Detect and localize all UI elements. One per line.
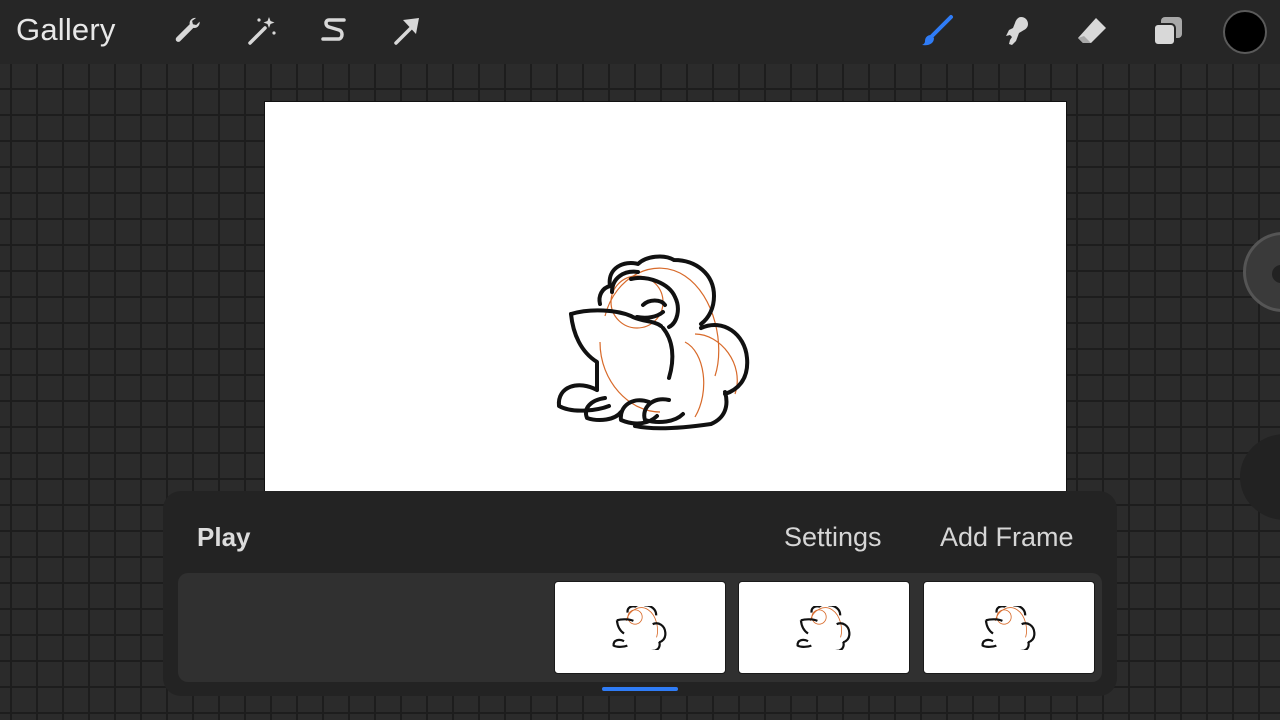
add-frame-button[interactable]: Add Frame: [940, 522, 1074, 553]
frog-thumbnail: [612, 606, 667, 650]
selection-s-icon[interactable]: [317, 14, 351, 48]
animation-assist-panel: Play Settings Add Frame: [163, 491, 1117, 696]
color-picker-swatch[interactable]: [1223, 10, 1267, 54]
frame-thumbnail[interactable]: [554, 581, 726, 674]
timeline-scroll-indicator[interactable]: [602, 687, 678, 691]
top-toolbar: Gallery: [0, 0, 1280, 64]
frame-thumbnail[interactable]: [923, 581, 1095, 674]
opacity-slider[interactable]: [1240, 434, 1280, 520]
drawing-canvas[interactable]: [264, 101, 1067, 493]
transform-arrow-icon[interactable]: [390, 14, 424, 48]
frog-thumbnail: [981, 606, 1036, 650]
frame-thumbnail[interactable]: [738, 581, 910, 674]
frog-sketch: [556, 254, 750, 431]
layers-icon[interactable]: [1151, 14, 1185, 48]
gallery-button[interactable]: Gallery: [16, 12, 116, 48]
brush-icon[interactable]: [920, 14, 954, 48]
wrench-icon[interactable]: [171, 14, 205, 48]
frame-timeline[interactable]: [178, 573, 1102, 682]
brush-size-slider[interactable]: [1243, 232, 1280, 312]
slider-knob[interactable]: [1272, 265, 1280, 283]
settings-button[interactable]: Settings: [784, 522, 882, 553]
frog-thumbnail: [796, 606, 851, 650]
play-button[interactable]: Play: [197, 522, 251, 553]
eraser-icon[interactable]: [1075, 14, 1109, 48]
smudge-icon[interactable]: [998, 14, 1032, 48]
magic-wand-icon[interactable]: [245, 14, 279, 48]
